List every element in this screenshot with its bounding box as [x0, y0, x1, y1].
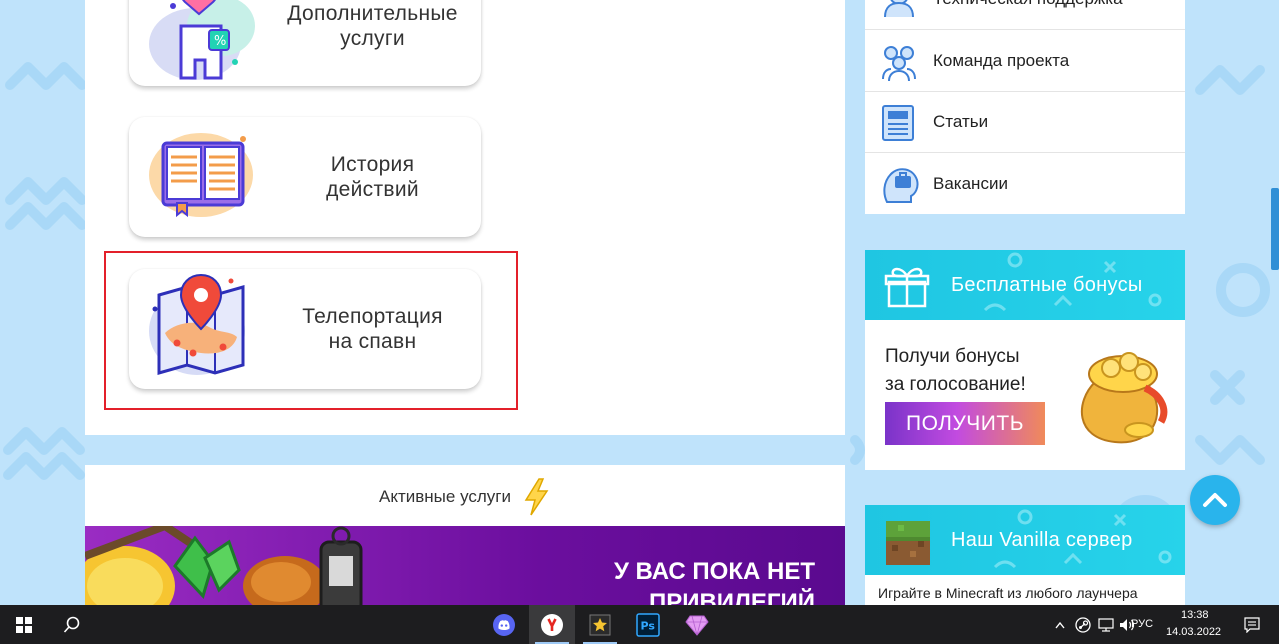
- notification-icon: [1244, 616, 1260, 633]
- taskbar-gem-app[interactable]: [673, 605, 721, 644]
- free-bonuses-title: Бесплатные бонусы: [951, 273, 1143, 296]
- menu-item-label: Статьи: [933, 112, 989, 131]
- yandex-browser-icon: [541, 613, 563, 636]
- sidebar-menu: Техническая поддержка Команда проекта Ст…: [865, 0, 1185, 214]
- svg-text:Ps: Ps: [641, 619, 656, 632]
- discord-icon: [493, 613, 515, 636]
- menu-item-articles[interactable]: Статьи: [865, 92, 1185, 153]
- open-book-icon: [149, 133, 253, 218]
- bonus-text-line: за голосование!: [885, 374, 1026, 395]
- grass-block-icon: [886, 521, 930, 565]
- card-label: История действий: [326, 153, 419, 201]
- active-services-panel: Активные услуги У ВАС ПОКА НЕТ ПРИВИЛЕГИ…: [85, 465, 845, 605]
- taskbar-photoshop[interactable]: Ps: [625, 605, 671, 644]
- menu-item-vacancies[interactable]: Вакансии: [865, 153, 1185, 214]
- photoshop-icon: Ps: [636, 612, 660, 637]
- tray-steam[interactable]: [1072, 605, 1094, 644]
- card-label: Дополнительные услуги: [287, 2, 458, 50]
- menu-item-label: Вакансии: [933, 173, 1008, 193]
- search-icon: [63, 616, 80, 633]
- scroll-to-top-button[interactable]: [1190, 475, 1240, 525]
- card-additional-services[interactable]: % Дополнительные услуги: [129, 0, 481, 86]
- bonus-description: Получи бонусы за голосование!: [885, 343, 1026, 399]
- support-icon: [884, 0, 914, 18]
- steam-icon: [1075, 616, 1091, 633]
- active-services-header: Активные услуги: [85, 477, 845, 517]
- svg-text:%: %: [214, 34, 226, 49]
- notifications-button[interactable]: [1232, 605, 1272, 644]
- menu-item-team[interactable]: Команда проекта: [865, 31, 1185, 92]
- vacancies-icon: [883, 167, 919, 203]
- no-privileges-text: У ВАС ПОКА НЕТ ПРИВИЛЕГИЙ: [613, 558, 815, 605]
- windows-logo-icon: [16, 616, 32, 633]
- newspaper-icon: [882, 105, 914, 141]
- taskbar-discord[interactable]: [481, 605, 527, 644]
- bonus-text-line: Получи бонусы: [885, 346, 1020, 367]
- start-button[interactable]: [0, 605, 48, 644]
- active-services-title: Активные услуги: [379, 487, 511, 506]
- clock-date[interactable]: 14.03.2022: [1166, 626, 1221, 638]
- team-icon: [882, 46, 916, 81]
- language-indicator[interactable]: РУС: [1131, 618, 1153, 630]
- search-button[interactable]: [48, 605, 96, 644]
- windows-taskbar: Ps РУС 13:38 14.03.2022: [0, 605, 1279, 644]
- menu-item-label: Техническая поддержка: [933, 0, 1123, 9]
- network-icon: [1098, 617, 1114, 632]
- additional-services-icon: %: [149, 0, 255, 80]
- chevron-up-icon: [1055, 621, 1065, 628]
- show-hidden-icons-button[interactable]: [1050, 605, 1070, 644]
- vanilla-server-subtitle: Играйте в Minecraft из любого лаунчера: [878, 585, 1138, 601]
- get-bonus-button[interactable]: ПОЛУЧИТЬ: [885, 402, 1045, 445]
- taskbar-yandex-browser[interactable]: [529, 605, 575, 644]
- diamond-icon: [685, 615, 709, 636]
- taskbar-media-app[interactable]: [577, 605, 623, 644]
- treasure-illustration-icon: [85, 526, 363, 605]
- tray-network[interactable]: [1095, 605, 1117, 644]
- selection-highlight: [104, 251, 518, 410]
- card-action-history[interactable]: История действий: [129, 117, 481, 237]
- menu-item-label: Команда проекта: [933, 51, 1070, 70]
- vanilla-server-title: Наш Vanilla сервер: [951, 528, 1133, 551]
- no-privileges-banner: У ВАС ПОКА НЕТ ПРИВИЛЕГИЙ: [85, 526, 845, 605]
- vanilla-server-widget: Наш Vanilla сервер Играйте в Minecraft и…: [865, 505, 1185, 605]
- film-star-icon: [589, 614, 611, 635]
- chevron-up-icon: [1203, 493, 1227, 507]
- money-bag-icon: [1081, 352, 1168, 444]
- page-scrollbar-thumb[interactable]: [1271, 188, 1279, 270]
- free-bonuses-widget: Бесплатные бонусы Получи бонусы за голос…: [865, 250, 1185, 470]
- gift-icon: [884, 267, 930, 308]
- clock-time[interactable]: 13:38: [1181, 609, 1209, 621]
- free-bonuses-header: Бесплатные бонусы: [865, 250, 1185, 320]
- lightning-icon: [524, 478, 549, 516]
- vanilla-server-header: Наш Vanilla сервер: [865, 505, 1185, 575]
- menu-item-support[interactable]: Техническая поддержка: [865, 0, 1185, 30]
